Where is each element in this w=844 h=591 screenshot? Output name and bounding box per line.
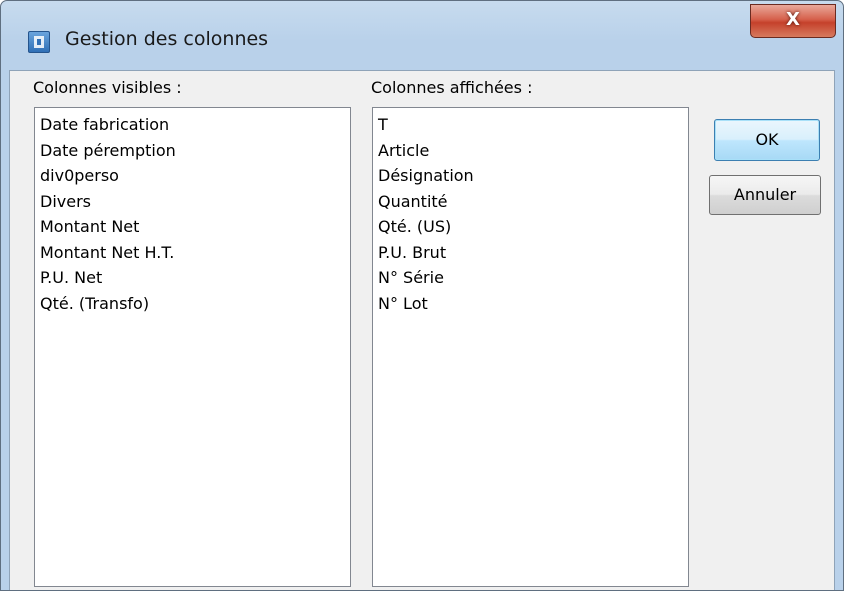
visible-columns-label: Colonnes visibles : — [33, 78, 182, 97]
ok-button[interactable]: OK — [714, 119, 820, 161]
list-item[interactable]: Montant Net H.T. — [40, 240, 345, 266]
list-item[interactable]: N° Série — [378, 265, 683, 291]
list-item[interactable]: Désignation — [378, 163, 683, 189]
list-item[interactable]: Qté. (Transfo) — [40, 291, 345, 317]
list-item[interactable]: Date fabrication — [40, 112, 345, 138]
title-bar[interactable]: Gestion des colonnes X — [1, 1, 843, 71]
window-title: Gestion des colonnes — [65, 28, 269, 50]
list-item[interactable]: N° Lot — [378, 291, 683, 317]
list-item[interactable]: P.U. Brut — [378, 240, 683, 266]
list-item[interactable]: Qté. (US) — [378, 214, 683, 240]
list-item[interactable]: P.U. Net — [40, 265, 345, 291]
cancel-button[interactable]: Annuler — [709, 175, 821, 215]
app-window-icon — [28, 31, 50, 53]
list-item[interactable]: div0perso — [40, 163, 345, 189]
displayed-columns-list[interactable]: T Article Désignation Quantité Qté. (US) P.U.… — [372, 107, 689, 587]
list-item[interactable]: Divers — [40, 189, 345, 215]
list-item[interactable]: Article — [378, 138, 683, 164]
list-item[interactable]: Montant Net — [40, 214, 345, 240]
visible-columns-list[interactable]: Date fabrication Date péremption div0perso… — [34, 107, 351, 587]
list-item[interactable]: Quantité — [378, 189, 683, 215]
dialog-body: Colonnes visibles : Date fabrication Date… — [9, 70, 835, 590]
displayed-columns-label: Colonnes affichées : — [371, 78, 533, 97]
list-item[interactable]: Date péremption — [40, 138, 345, 164]
dialog-window: Gestion des colonnes X Colonnes visibles… — [0, 0, 844, 591]
close-button[interactable]: X — [750, 4, 836, 38]
list-item[interactable]: T — [378, 112, 683, 138]
